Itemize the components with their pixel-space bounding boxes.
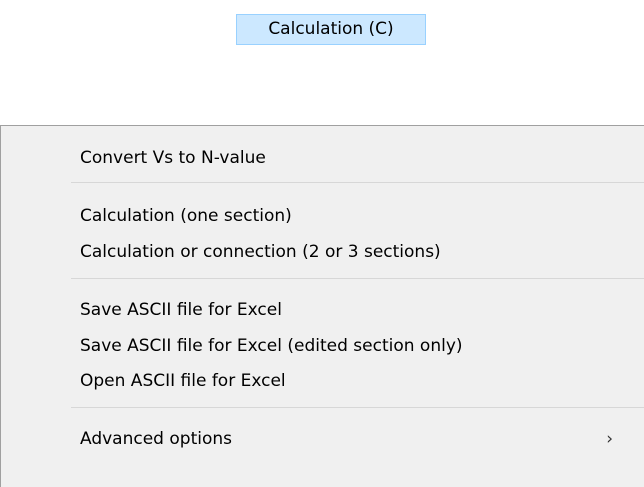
menu-item-open-ascii-for-excel[interactable]: Open ASCII file for Excel xyxy=(1,363,644,399)
menu-item-convert-vs-to-n-value[interactable]: Convert Vs to N-value xyxy=(1,140,644,176)
menu-item-save-ascii-for-excel[interactable]: Save ASCII file for Excel xyxy=(1,292,644,328)
menu-item-label: Save ASCII file for Excel xyxy=(80,300,282,320)
chevron-right-icon: › xyxy=(606,429,613,449)
menu-item-calculation-or-connection[interactable]: Calculation or connection (2 or 3 sectio… xyxy=(1,234,644,270)
menu-item-save-ascii-edited-section[interactable]: Save ASCII file for Excel (edited sectio… xyxy=(1,328,644,364)
menu-item-advanced-options[interactable]: Advanced options › xyxy=(1,421,644,457)
menu-item-calculation-one-section[interactable]: Calculation (one section) xyxy=(1,198,644,234)
menu-item-label: Convert Vs to N-value xyxy=(80,148,266,168)
menu-separator xyxy=(71,182,644,183)
calculation-dropdown-menu: Convert Vs to N-value Calculation (one s… xyxy=(0,125,644,487)
screen: Calculation (C) Convert Vs to N-value Ca… xyxy=(0,0,644,487)
menubar-item-calculation[interactable]: Calculation (C) xyxy=(236,14,426,45)
menu-separator xyxy=(71,278,644,279)
menu-item-label: Calculation (one section) xyxy=(80,206,292,226)
menu-item-label: Advanced options xyxy=(80,429,232,449)
menu-item-label: Open ASCII file for Excel xyxy=(80,371,286,391)
menu-item-label: Calculation or connection (2 or 3 sectio… xyxy=(80,242,441,262)
menu-item-label: Save ASCII file for Excel (edited sectio… xyxy=(80,336,463,356)
menu-separator xyxy=(71,407,644,408)
